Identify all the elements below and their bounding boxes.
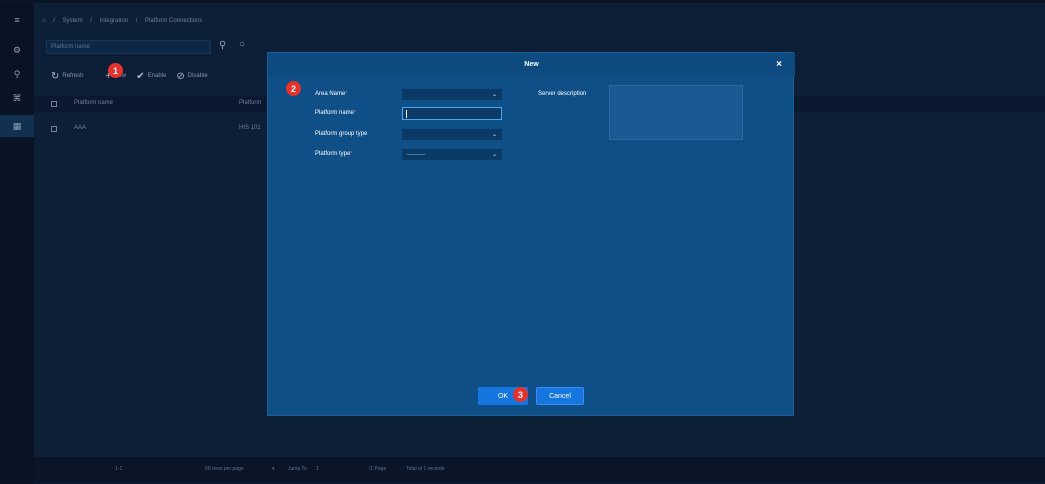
platform-type-label: Platform type* xyxy=(315,151,352,157)
cancel-button[interactable]: Cancel xyxy=(536,387,584,405)
sidebar: ≡ ⚙ ⚲ ⌘ ▦ xyxy=(0,3,34,484)
plug-icon: ⚲ xyxy=(13,68,21,79)
row-platform: HIS 101 xyxy=(239,125,261,131)
breadcrumb: ⌂ / System / Integration / Platform Conn… xyxy=(42,18,208,24)
chevron-down-icon: ▾ xyxy=(272,466,275,472)
platform-icon: ▦ xyxy=(12,120,22,131)
platform-name-input[interactable] xyxy=(402,107,502,120)
total-records: Total of 1 records xyxy=(406,466,445,472)
platform-type-select[interactable]: ——— ⌄ xyxy=(402,149,502,160)
device-icon: ⌘ xyxy=(12,92,22,103)
rows-per-page-select[interactable]: 50 rows per page xyxy=(205,466,244,472)
step-badge-3: 3 xyxy=(513,387,528,402)
required-mark: * xyxy=(345,91,348,97)
jump-to-label: Jump To xyxy=(288,466,307,472)
sidebar-item-platform[interactable]: ▦ xyxy=(0,115,34,137)
sidebar-item-devices[interactable]: ⌘ xyxy=(0,87,34,109)
search-input[interactable]: Platform name xyxy=(46,40,211,54)
chevron-down-icon: ⌄ xyxy=(491,132,497,138)
ok-label: OK xyxy=(497,392,509,400)
area-name-label: Area Name* xyxy=(315,91,347,97)
close-icon[interactable]: × xyxy=(776,59,782,70)
required-mark: * xyxy=(350,151,353,157)
required-mark: * xyxy=(354,110,356,116)
dialog-title: New xyxy=(524,61,539,68)
search-icon[interactable]: ⚲ xyxy=(219,40,226,51)
breadcrumb-separator: / xyxy=(53,18,55,24)
platform-group-type-text: Platform group type xyxy=(315,131,368,137)
breadcrumb-system[interactable]: System xyxy=(63,18,83,24)
column-platform-name[interactable]: Platform name xyxy=(74,100,113,106)
server-description-textarea[interactable] xyxy=(609,85,743,140)
enable-label: Enable xyxy=(147,73,167,79)
refresh-icon: ↻ xyxy=(51,70,60,82)
disable-button[interactable]: ⊘ Disable xyxy=(176,71,207,82)
pagination-bar: 1-1 50 rows per page ▾ Jump To 1 /1 Page… xyxy=(34,457,1045,483)
refresh-label: Refresh xyxy=(62,73,84,79)
refresh-button[interactable]: ↻ Refresh xyxy=(51,71,83,82)
breadcrumb-separator: / xyxy=(135,18,138,24)
column-platform[interactable]: Platform xyxy=(239,100,261,106)
select-all-checkbox[interactable] xyxy=(51,101,57,107)
check-icon: ✔ xyxy=(136,70,145,82)
page-count: /1 Page xyxy=(369,466,387,472)
gear-icon: ⚙ xyxy=(12,44,22,55)
breadcrumb-current: Platform Connections xyxy=(145,18,203,24)
disable-label: Disable xyxy=(187,73,208,79)
row-platform-name: AAA xyxy=(74,125,87,131)
breadcrumb-integration[interactable]: Integration xyxy=(100,18,128,24)
platform-type-value: ——— xyxy=(407,152,425,158)
jump-to-input[interactable]: 1 xyxy=(316,466,319,472)
platform-name-label: Platform name* xyxy=(315,110,356,116)
platform-group-type-label: Platform group type xyxy=(315,131,367,137)
dialog-header: New × xyxy=(268,53,795,77)
platform-type-text: Platform type xyxy=(315,151,351,157)
page-range: 1-1 xyxy=(115,466,123,472)
reset-icon[interactable]: ○ xyxy=(239,39,245,50)
enable-button[interactable]: ✔ Enable xyxy=(136,71,166,82)
disable-icon: ⊘ xyxy=(176,70,185,82)
server-description-label: Server description xyxy=(538,91,587,97)
cancel-label: Cancel xyxy=(549,392,571,400)
step-badge-1: 1 xyxy=(108,63,123,78)
chevron-down-icon: ⌄ xyxy=(491,152,497,158)
sidebar-item-settings[interactable]: ⚙ xyxy=(0,39,34,61)
area-name-text: Area Name xyxy=(315,91,346,97)
search-placeholder: Platform name xyxy=(51,44,91,50)
row-checkbox[interactable] xyxy=(51,126,57,132)
home-icon[interactable]: ⌂ xyxy=(42,18,46,24)
toolbar: ↻ Refresh + New ✔ Enable ⊘ Disable xyxy=(51,69,218,83)
breadcrumb-separator: / xyxy=(90,18,92,24)
platform-name-text: Platform name xyxy=(315,110,355,116)
chevron-down-icon: ⌄ xyxy=(491,92,497,98)
sidebar-collapse-icon[interactable]: ≡ xyxy=(0,9,34,31)
text-caret xyxy=(406,110,407,118)
step-badge-2: 2 xyxy=(286,81,301,96)
platform-group-type-select[interactable]: ⌄ xyxy=(402,129,502,140)
area-name-select[interactable]: ⌄ xyxy=(402,89,502,100)
sidebar-item-integration[interactable]: ⚲ xyxy=(0,63,34,85)
new-platform-dialog: New × 2 Area Name* ⌄ Platform name* Plat… xyxy=(267,52,795,416)
